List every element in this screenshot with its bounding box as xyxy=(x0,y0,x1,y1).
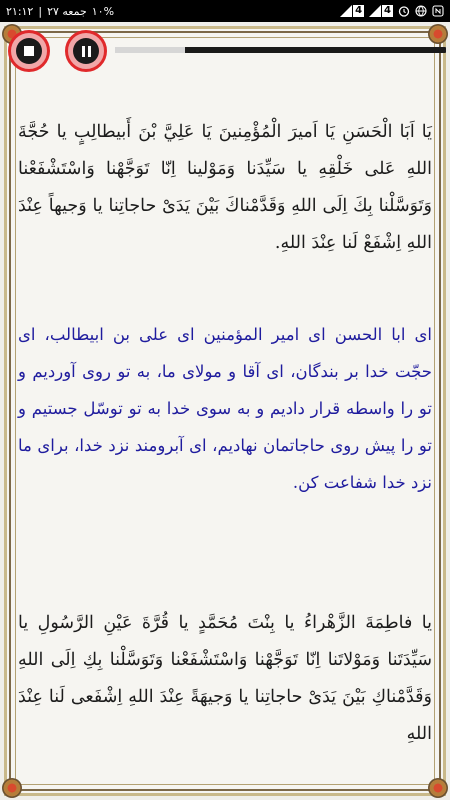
arabic-prayer-fatima: يا فاطِمَةَ الزَّهْراءُ يا بِنْتَ مُحَمَ… xyxy=(18,605,432,753)
persian-translation-ali: اى ابا الحسن اى امير المؤمنين اى على بن … xyxy=(18,316,432,501)
nfc-icon xyxy=(432,5,444,17)
frame-corner-ornament xyxy=(428,24,448,44)
alarm-icon xyxy=(398,6,410,17)
prayer-text: يَا اَبَا الْحَسَنِ يَا اَميرَ الْمُؤْمِ… xyxy=(18,122,432,253)
sim1-signal-icon: 4 xyxy=(369,5,393,17)
globe-icon xyxy=(415,5,427,17)
audio-progress-bar[interactable] xyxy=(115,47,446,53)
battery-percent: ۱۰% xyxy=(91,4,115,18)
arabic-prayer-ali: يَا اَبَا الْحَسَنِ يَا اَميرَ الْمُؤْمِ… xyxy=(18,114,432,262)
status-left: ۲۱:۱۲ | جمعه ۲۷ ۱۰% xyxy=(6,5,114,18)
pause-icon xyxy=(81,45,91,57)
clock: ۲۱:۱۲ xyxy=(6,4,34,18)
pause-button[interactable] xyxy=(65,30,107,72)
sim2-signal-icon: 4 xyxy=(340,5,365,17)
date: جمعه ۲۷ xyxy=(47,4,87,18)
audio-progress-fill xyxy=(115,47,185,53)
stop-button[interactable] xyxy=(8,30,50,72)
translation-text: اى ابا الحسن اى امير المؤمنين اى على بن … xyxy=(18,325,432,492)
status-bar: ۲۱:۱۲ | جمعه ۲۷ ۱۰% 4 4 xyxy=(0,0,450,22)
separator: | xyxy=(38,4,43,18)
frame-corner-ornament xyxy=(2,778,22,798)
stop-icon xyxy=(24,46,34,56)
status-right: 4 4 xyxy=(340,5,444,17)
prayer-text: يا فاطِمَةَ الزَّهْراءُ يا بِنْتَ مُحَمَ… xyxy=(18,613,432,744)
frame-corner-ornament xyxy=(428,778,448,798)
